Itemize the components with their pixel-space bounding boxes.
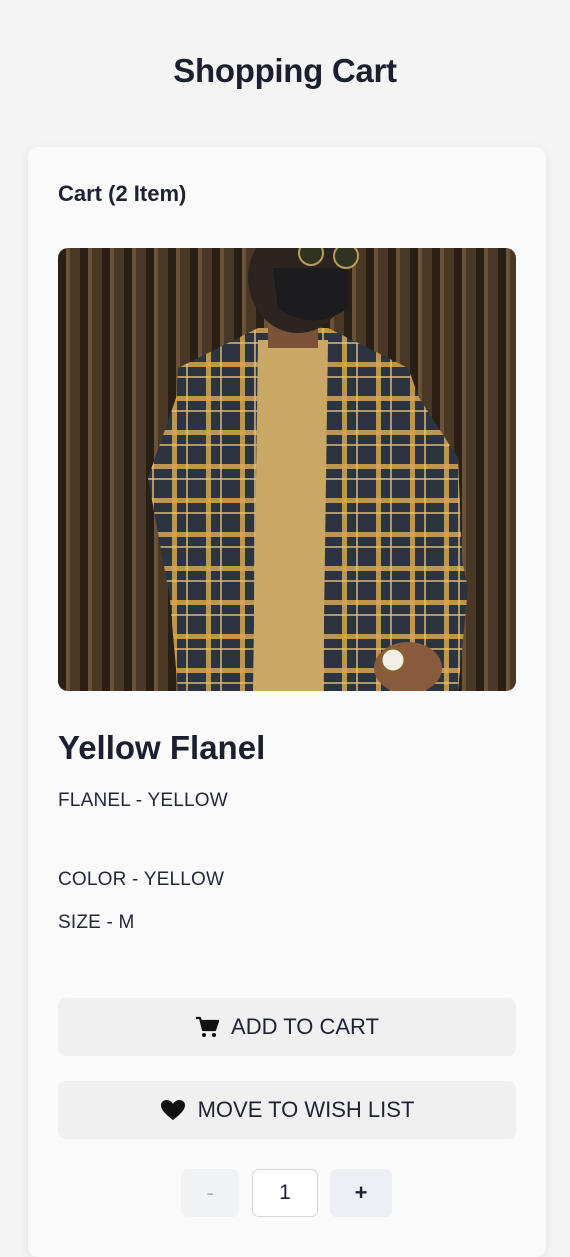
add-to-cart-label: ADD TO CART (231, 1014, 379, 1039)
decrement-button[interactable]: - (181, 1169, 239, 1217)
cart-card: Cart (2 Item) Yellow Flanel FLANEL - YEL… (28, 147, 546, 1257)
product-size: SIZE - M (58, 912, 135, 933)
page-title: Shopping Cart (173, 52, 397, 89)
quantity-input[interactable] (252, 1169, 318, 1217)
cart-icon (195, 1016, 220, 1038)
heart-icon (160, 1099, 186, 1121)
increment-button[interactable]: + (330, 1169, 392, 1217)
product-name: Yellow Flanel (58, 729, 266, 766)
product-variant: FLANEL - YELLOW (58, 790, 228, 811)
cart-count-label: Cart (2 Item) (58, 181, 187, 206)
move-to-wishlist-label: MOVE TO WISH LIST (197, 1097, 415, 1122)
product-image (58, 248, 516, 691)
add-to-cart-button[interactable]: ADD TO CART (58, 998, 516, 1056)
product-color: COLOR - YELLOW (58, 869, 225, 890)
move-to-wishlist-button[interactable]: MOVE TO WISH LIST (58, 1081, 516, 1139)
